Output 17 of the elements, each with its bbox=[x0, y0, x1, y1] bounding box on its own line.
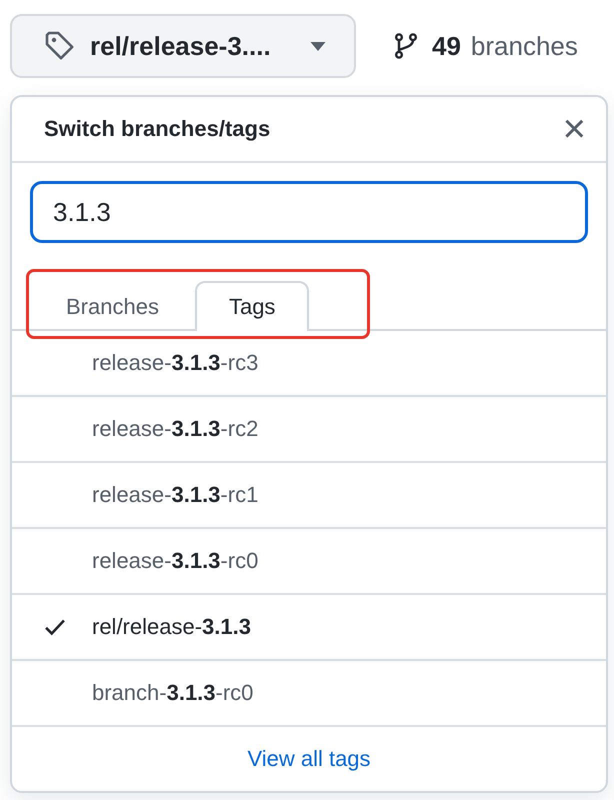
tab[interactable]: Branches bbox=[42, 281, 195, 331]
tag-item[interactable]: release-3.1.3-rc0 bbox=[12, 529, 606, 595]
filter-field[interactable]: 3.1.3 bbox=[30, 181, 588, 243]
close-button[interactable]: × bbox=[562, 109, 586, 149]
tab[interactable]: Tags bbox=[194, 281, 310, 331]
branch-icon bbox=[392, 32, 420, 60]
view-all-tags-link[interactable]: View all tags bbox=[247, 746, 371, 772]
tag-item[interactable]: rel/release-3.1.3 bbox=[12, 595, 606, 661]
dropdown-title: Switch branches/tags bbox=[44, 116, 270, 142]
tag-item[interactable]: release-3.1.3-rc2 bbox=[12, 397, 606, 463]
tag-item[interactable]: branch-3.1.3-rc0 bbox=[12, 661, 606, 727]
tag-item[interactable]: release-3.1.3-rc3 bbox=[12, 331, 606, 397]
tag-item[interactable]: release-3.1.3-rc1 bbox=[12, 463, 606, 529]
tag-icon bbox=[44, 30, 76, 62]
branches-link[interactable]: 49 branches bbox=[392, 30, 578, 62]
caret-icon bbox=[310, 42, 326, 50]
branch-select-button[interactable]: rel/release-3.... bbox=[10, 14, 356, 78]
